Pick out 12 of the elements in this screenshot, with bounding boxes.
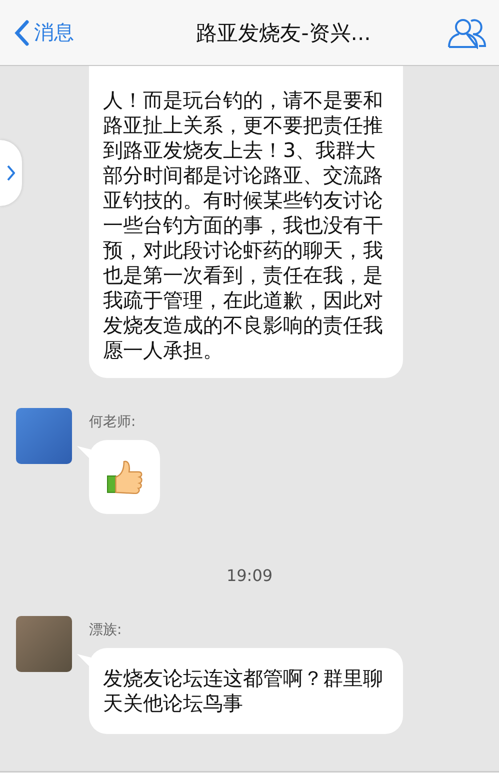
timestamp: 19:09	[225, 566, 274, 586]
side-drawer-tab[interactable]	[0, 140, 22, 206]
thumbs-up-icon	[106, 460, 142, 494]
people-icon	[447, 16, 487, 48]
back-chevron-icon	[14, 20, 30, 46]
sender-name: 何老师:	[89, 414, 136, 431]
chat-title: 路亚发烧友-资兴...	[195, 20, 372, 46]
sender-name: 漂族:	[89, 622, 122, 639]
chevron-right-icon	[7, 165, 15, 181]
message-bubble: 发烧友论坛连这都管啊？群里聊天关他论坛鸟事	[89, 648, 403, 734]
message-bubble: 人！而是玩台钓的，请不是要和路亚扯上关系，更不要把责任推到路亚发烧友上去！3、我群大部分时间都是讨论路亚、交流路亚钓技的。有时候某些钓友讨论一些台钓方面的事，我也没有干预，对此段讨论虾药的聊天，我也是第一次看到，责任在我，是我疏于管理，在此道歉，因此对发烧友造成的不良影响的责任我愿一人承担。	[89, 66, 403, 378]
back-button[interactable]: 消息	[14, 19, 134, 46]
